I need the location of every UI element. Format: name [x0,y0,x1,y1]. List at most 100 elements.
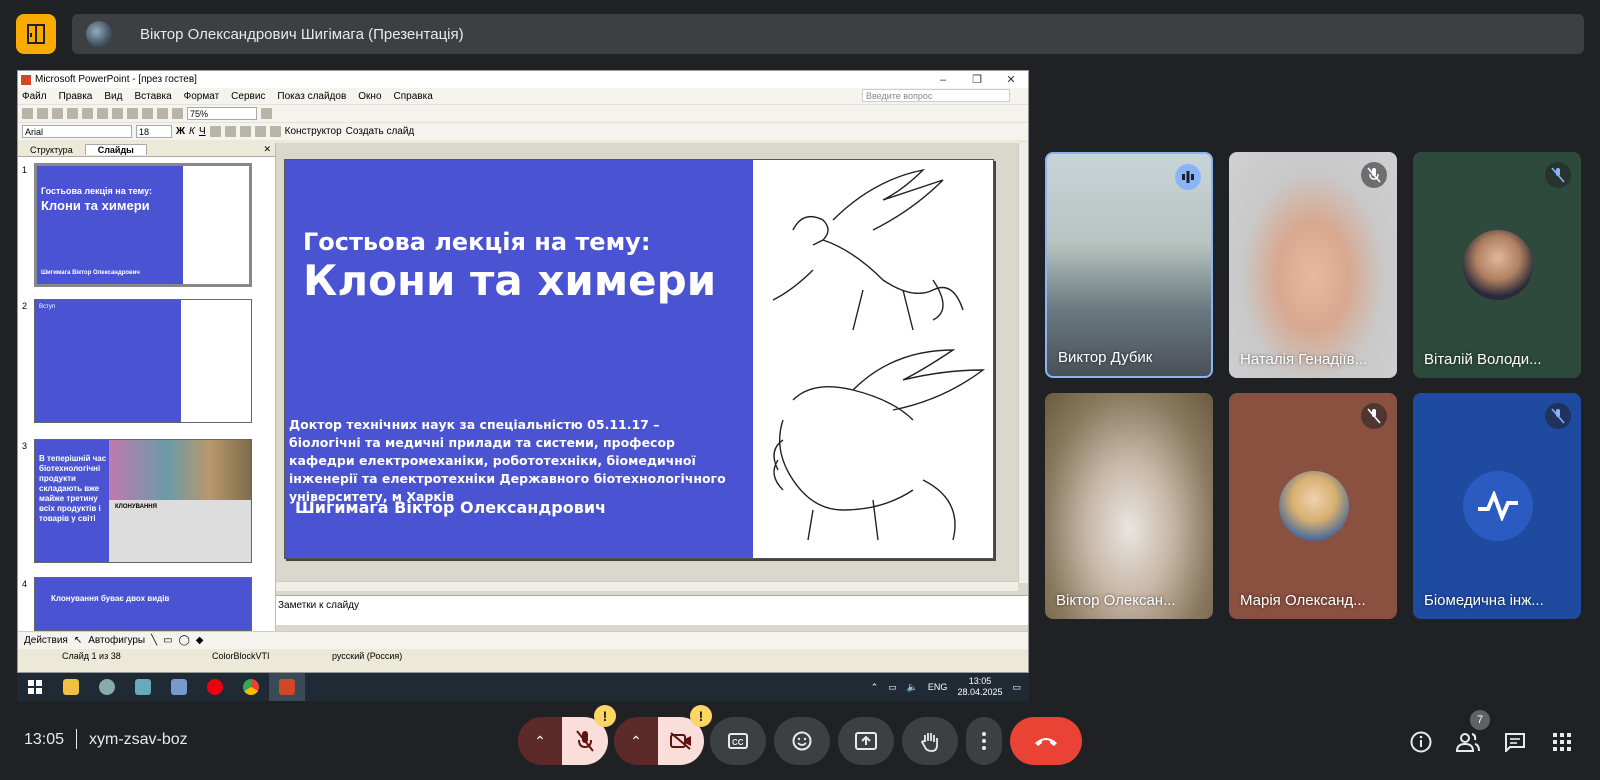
menu-file[interactable]: Файл [22,91,47,102]
slide-thumbnail-3[interactable]: В теперішній час біотехнологічні продукт… [34,439,252,563]
vertical-scrollbar[interactable] [1018,143,1028,583]
more-options-button[interactable] [966,717,1002,765]
font-name-select[interactable]: Arial [22,125,132,138]
activities-button[interactable] [1549,729,1575,755]
participant-tile[interactable]: Виктор Дубик [1045,152,1213,378]
cut-icon[interactable] [97,108,108,119]
oval-icon[interactable]: ◯ [179,635,190,646]
file-explorer-icon[interactable] [53,673,89,701]
line-icon[interactable]: ╲ [151,635,157,646]
camera-toggle-button[interactable]: ! [658,705,712,765]
calculator-icon[interactable] [161,673,197,701]
underline-icon[interactable]: Ч [199,126,206,137]
slide-thumbnail-1[interactable]: Гостьова лекція на тему: Клони та химери… [34,163,252,287]
save-icon[interactable] [52,108,63,119]
menu-tools[interactable]: Сервис [231,91,265,102]
horizontal-scrollbar[interactable] [276,581,1018,591]
current-slide[interactable]: Гостьова лекція на тему: Клони та химери… [284,159,994,559]
participant-tile[interactable]: Наталія Генадіїв... [1229,152,1397,378]
mic-toggle-button[interactable]: ! [562,705,616,765]
tab-outline[interactable]: Структура [18,145,85,155]
table-icon[interactable] [157,108,168,119]
close-icon[interactable]: ✕ [994,73,1028,86]
menu-help[interactable]: Справка [394,91,433,102]
paste-icon[interactable] [127,108,138,119]
notifications-icon[interactable]: ▭ [1012,682,1021,693]
font-size-select[interactable]: 18 [136,125,172,138]
new-slide-button[interactable]: Создать слайд [346,126,415,137]
present-logo-icon[interactable] [16,14,56,54]
copy-icon[interactable] [112,108,123,119]
people-button[interactable] [1455,729,1481,755]
griffin-sphinx-illustration [753,160,993,558]
restore-icon[interactable]: ❐ [960,73,994,86]
leave-call-button[interactable] [1010,717,1082,765]
italic-icon[interactable]: К [189,126,195,137]
open-icon[interactable] [37,108,48,119]
powerpoint-taskbar-icon[interactable] [269,673,305,701]
align-left-icon[interactable] [209,126,221,137]
thumb-number: 3 [22,441,28,451]
actions-menu[interactable]: Действия [24,635,68,646]
language-indicator[interactable]: ENG [928,682,948,692]
slide-thumbnail-2[interactable]: Вступ [34,299,252,423]
participant-tile[interactable]: Біомедична інж... [1413,393,1581,619]
participant-tile[interactable]: Марія Олександ... [1229,393,1397,619]
align-center-icon[interactable] [224,126,236,137]
fill-color-icon[interactable]: ◆ [196,635,204,646]
volume-icon[interactable]: 🔈 [907,682,918,693]
captions-button[interactable]: CC [710,717,766,765]
menu-insert[interactable]: Вставка [134,91,171,102]
ppt-titlebar: Microsoft PowerPoint - [през гостев] – ❐… [18,71,1028,88]
ask-question-input[interactable]: Введите вопрос [862,89,1010,102]
taskbar-clock[interactable]: 13:05 28.04.2025 [957,676,1002,698]
meeting-info-button[interactable] [1408,729,1434,755]
chart-icon[interactable] [172,108,183,119]
menu-slideshow[interactable]: Показ слайдов [277,91,346,102]
mic-off-icon [576,730,594,752]
font-color-icon[interactable] [269,126,281,137]
participant-tile[interactable]: Віталій Володи... [1413,152,1581,378]
menu-edit[interactable]: Правка [59,91,93,102]
chrome-icon[interactable] [233,673,269,701]
undo-icon[interactable] [142,108,153,119]
slide-thumbnail-4[interactable]: Клонування буває двох видів [34,577,252,631]
chevron-up-icon[interactable]: ⌃ [871,682,879,693]
bullets-icon[interactable] [254,126,266,137]
panel-close-icon[interactable]: ✕ [259,144,275,155]
rectangle-icon[interactable]: ▭ [163,635,172,646]
minimize-icon[interactable]: – [926,74,960,86]
bold-icon[interactable]: Ж [176,126,185,137]
camera-options-chevron-icon[interactable]: ⌃ [614,733,658,750]
select-arrow-icon[interactable]: ↖ [74,635,82,646]
autoshapes-menu[interactable]: Автофигуры [88,635,145,646]
constructor-button[interactable]: Конструктор [285,126,342,137]
mic-options-chevron-icon[interactable]: ⌃ [518,733,562,750]
participant-tile[interactable]: Віктор Олексан... [1045,393,1213,619]
menu-window[interactable]: Окно [358,91,381,102]
captions-icon: CC [728,733,748,749]
menu-format[interactable]: Формат [184,91,220,102]
chat-button[interactable] [1502,729,1528,755]
info-icon [1410,731,1432,753]
app-icon[interactable] [89,673,125,701]
zoom-select[interactable]: 75% [187,107,257,120]
present-screen-button[interactable] [838,717,894,765]
start-icon[interactable] [17,673,53,701]
thumb-number: 4 [22,579,28,589]
app-icon[interactable] [125,673,161,701]
new-icon[interactable] [22,108,33,119]
hand-icon [920,733,938,752]
tab-slides[interactable]: Слайды [84,144,147,155]
opera-icon[interactable] [197,673,233,701]
menu-view[interactable]: Вид [104,91,122,102]
help-icon[interactable] [261,108,272,119]
print-icon[interactable] [67,108,78,119]
preview-icon[interactable] [82,108,93,119]
align-right-icon[interactable] [239,126,251,137]
network-icon[interactable]: ▭ [888,682,897,693]
raise-hand-button[interactable] [902,717,958,765]
slide-editor[interactable]: Гостьова лекція на тему: Клони та химери… [276,143,1028,631]
slide-notes[interactable]: Заметки к слайду [276,595,1028,625]
reactions-button[interactable] [774,717,830,765]
